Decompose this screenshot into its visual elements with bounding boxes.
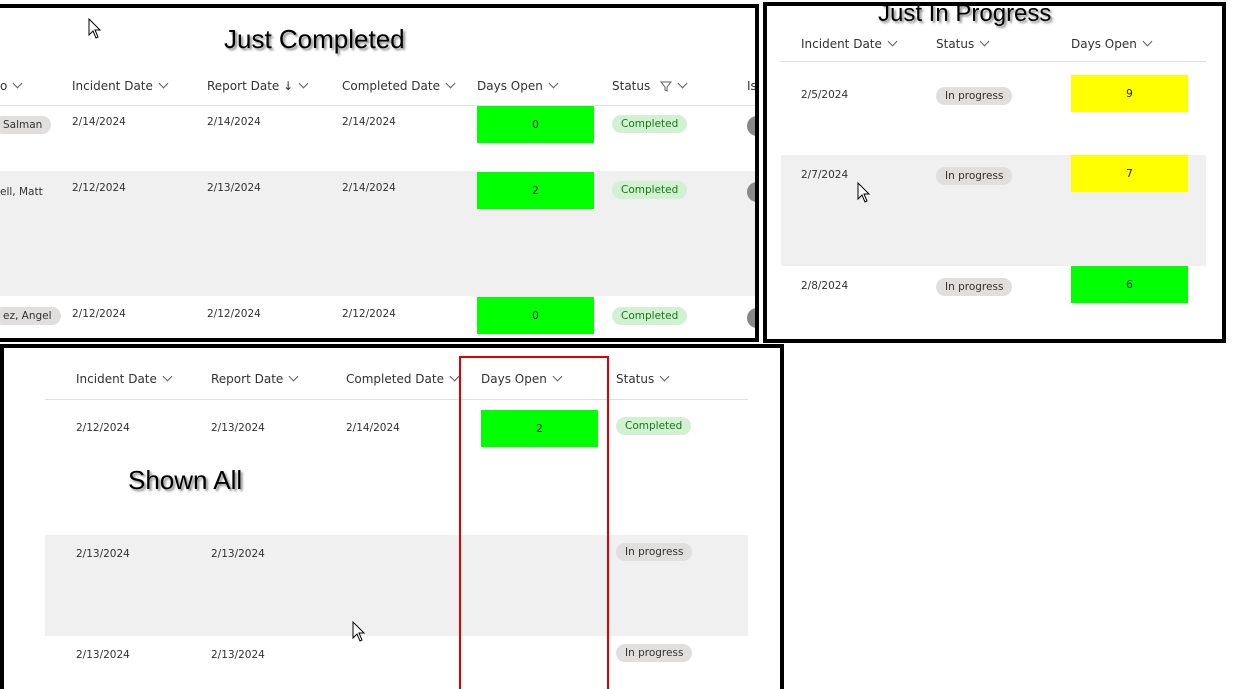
status-badge: Completed [612, 307, 688, 325]
column-header-status[interactable]: Status [612, 78, 688, 93]
just-completed-panel: Just Completed o Incident Date Report Da… [0, 4, 759, 342]
days-open-highlight [459, 356, 609, 689]
report-date-cell: 2/14/2024 [207, 116, 261, 128]
avatar [747, 116, 755, 136]
shown-all-panel: Incident Date Report Date Completed Date… [0, 344, 784, 689]
report-date-cell: 2/13/2024 [207, 182, 261, 194]
column-header-incident-date[interactable]: Incident Date [76, 371, 173, 386]
incident-date-cell: 2/14/2024 [72, 116, 126, 128]
report-date-cell: 2/12/2024 [207, 308, 261, 320]
completed-date-cell: 2/14/2024 [346, 422, 400, 434]
mouse-cursor-icon [352, 621, 366, 642]
mouse-cursor-icon [88, 18, 102, 39]
days-open-cell: 7 [1071, 155, 1188, 192]
just-in-progress-panel: Just In Progress Incident Date Status Da… [763, 2, 1226, 343]
status-badge: In progress [616, 543, 693, 561]
incident-date-cell: 2/7/2024 [801, 169, 849, 181]
column-header-partial[interactable]: o [0, 78, 23, 93]
report-date-cell: 2/13/2024 [211, 649, 265, 661]
panel-title: Just In Progress [878, 2, 1052, 27]
completed-date-cell: 2/14/2024 [342, 182, 396, 194]
report-date-cell: 2/13/2024 [211, 422, 265, 434]
report-date-cell: 2/13/2024 [211, 548, 265, 560]
status-badge: Completed [616, 417, 692, 435]
person-pill[interactable]: Salman [0, 116, 52, 134]
days-open-cell: 9 [1071, 75, 1188, 112]
mouse-cursor-icon [857, 182, 871, 203]
column-header-days-open[interactable]: Days Open [477, 78, 559, 93]
status-badge: In progress [936, 278, 1013, 296]
column-header-report-date[interactable]: Report Date [211, 371, 299, 386]
completed-date-cell: 2/12/2024 [342, 308, 396, 320]
days-open-cell: 6 [1071, 266, 1188, 303]
sort-descending-icon: ↓ [283, 79, 294, 93]
incident-date-cell: 2/13/2024 [76, 548, 130, 560]
completed-date-cell: 2/14/2024 [342, 116, 396, 128]
avatar [747, 308, 755, 328]
column-header-status[interactable]: Status [616, 371, 670, 386]
column-header-completed-date[interactable]: Completed Date [346, 371, 460, 386]
column-header-incident-date[interactable]: Incident Date [801, 36, 898, 51]
person-pill[interactable]: ez, Angel [0, 307, 61, 325]
days-open-cell: 2 [477, 172, 594, 209]
column-header-partial-right[interactable]: Is [747, 79, 755, 93]
status-badge: In progress [936, 167, 1013, 185]
incident-date-cell: 2/12/2024 [72, 308, 126, 320]
column-header-incident-date[interactable]: Incident Date [72, 78, 169, 93]
column-header-report-date[interactable]: Report Date ↓ [207, 78, 309, 93]
incident-date-cell: 2/5/2024 [801, 89, 849, 101]
incident-date-cell: 2/12/2024 [72, 182, 126, 194]
status-badge: In progress [936, 87, 1013, 105]
status-badge: Completed [612, 181, 688, 199]
panel-title: Shown All [128, 465, 243, 495]
panel-title: Just Completed [224, 24, 405, 54]
column-header-status[interactable]: Status [936, 36, 990, 51]
incident-date-cell: 2/13/2024 [76, 649, 130, 661]
incident-date-cell: 2/12/2024 [76, 422, 130, 434]
person-name: ell, Matt [0, 186, 43, 198]
filter-icon [660, 81, 673, 92]
status-badge: In progress [616, 644, 693, 662]
days-open-cell: 0 [477, 106, 594, 143]
status-badge: Completed [612, 115, 688, 133]
days-open-cell: 0 [477, 297, 594, 334]
incident-date-cell: 2/8/2024 [801, 280, 849, 292]
column-header-days-open[interactable]: Days Open [1071, 36, 1153, 51]
column-header-completed-date[interactable]: Completed Date [342, 78, 456, 93]
